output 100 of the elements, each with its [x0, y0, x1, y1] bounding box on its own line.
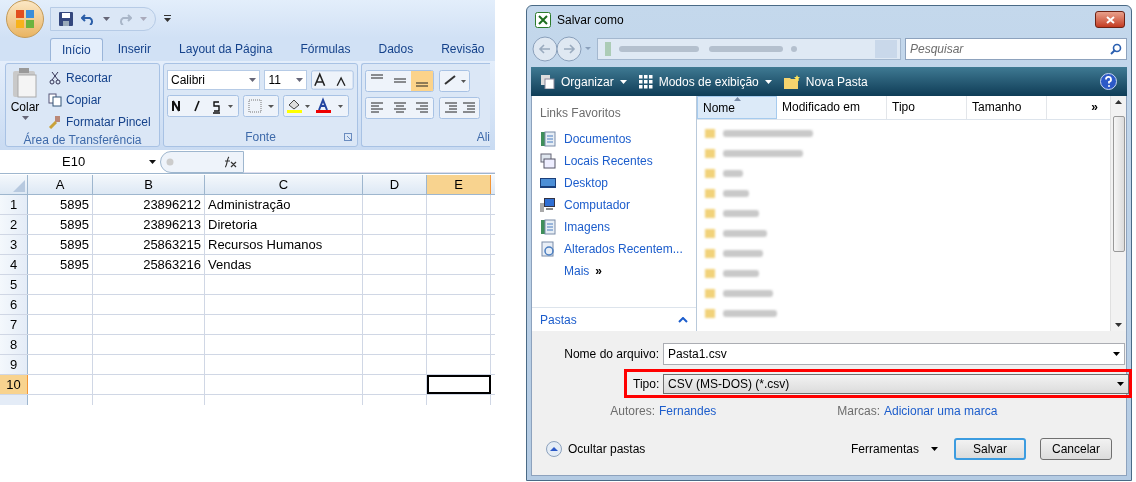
table-cell: 23896212 [93, 195, 205, 214]
field-label: Tipo: [633, 375, 661, 393]
window-title: Salvar como [557, 11, 625, 29]
row-header[interactable]: 8 [0, 335, 28, 354]
table-cell: 5895 [28, 235, 93, 254]
column-header[interactable]: E [427, 175, 491, 194]
group-title: Área de Transferência [22, 131, 143, 149]
column-header[interactable]: C [205, 175, 363, 194]
caret-icon [619, 79, 627, 84]
name-box[interactable]: E10 [0, 150, 160, 173]
table-cell: Recursos Humanos [205, 235, 363, 254]
handle-icon[interactable] [166, 157, 174, 166]
favorite-link[interactable]: Locais Recentes [540, 150, 688, 172]
favorite-link[interactable]: Desktop [540, 172, 688, 194]
group-title: Ali [476, 129, 490, 146]
horizontal-align-icon[interactable] [365, 97, 481, 119]
favorite-link[interactable]: Documentos [540, 128, 688, 150]
scrollbar[interactable] [1110, 96, 1126, 331]
save-icon[interactable] [59, 12, 73, 26]
paintbrush-icon [48, 114, 62, 129]
back-forward-icon[interactable] [531, 35, 593, 63]
clipboard-action[interactable]: Formatar Pincel [48, 112, 151, 131]
chevron-up-icon [546, 441, 562, 457]
scroll-up-icon[interactable] [1115, 100, 1122, 104]
row-header[interactable]: 5 [0, 275, 28, 294]
row-header[interactable]: 3 [0, 235, 28, 254]
favorite-link[interactable]: Imagens [540, 216, 688, 238]
font-name-field[interactable]: Calibri [167, 70, 261, 90]
toolbar-button[interactable]: Organizar [541, 72, 627, 91]
more-link[interactable]: Mais » [540, 260, 688, 282]
row-header[interactable]: 10 [0, 375, 28, 394]
caret-icon [149, 159, 156, 164]
font-size-buttons-icon[interactable] [311, 70, 354, 90]
column-header[interactable]: A [28, 175, 93, 194]
toolbar-button[interactable]: Nova Pasta [783, 72, 868, 91]
scroll-down-icon[interactable] [1115, 323, 1122, 327]
scroll-thumb[interactable] [1112, 115, 1125, 252]
dialog-button[interactable]: Cancelar [1040, 438, 1112, 460]
row-header[interactable] [0, 395, 28, 405]
row-header[interactable]: 4 [0, 255, 28, 274]
close-button[interactable] [1095, 11, 1125, 28]
desktop-icon [540, 175, 556, 191]
field-label: Autores: [609, 403, 656, 420]
column-header[interactable]: Tipo [887, 96, 967, 119]
chevron-up-icon [678, 316, 688, 323]
ribbon-tab[interactable]: Inserir [104, 38, 165, 61]
clipboard-action[interactable]: Recortar [48, 68, 151, 87]
paste-button[interactable]: Colar [10, 68, 40, 131]
font-size-field[interactable]: 11 [264, 70, 308, 90]
row-header[interactable]: 2 [0, 215, 28, 234]
fill-color-icon[interactable] [283, 95, 349, 117]
type-dropdown[interactable]: CSV (MS-DOS) (*.csv) [663, 373, 1129, 394]
clipboard-action[interactable]: Copiar [48, 90, 151, 109]
column-header[interactable]: Nome [697, 96, 777, 119]
row-header[interactable]: 9 [0, 355, 28, 374]
documents-stack-icon [541, 74, 555, 89]
undo-icon[interactable] [81, 13, 95, 25]
column-header[interactable]: Tamanho [967, 96, 1047, 119]
bold-italic-strike-icon[interactable] [167, 95, 239, 117]
dialog-button[interactable]: Salvar [954, 438, 1026, 460]
function-icon[interactable] [222, 155, 238, 168]
row-header[interactable]: 6 [0, 295, 28, 314]
caret-icon [103, 17, 110, 21]
documents-icon [540, 131, 556, 147]
favorite-link[interactable]: Alterados Recentem... [540, 238, 688, 260]
caret-icon [1117, 381, 1124, 386]
more-columns-button[interactable]: » [1091, 96, 1098, 119]
caret-icon [140, 17, 147, 21]
ribbon-tab[interactable]: Layout da Página [166, 38, 286, 61]
tools-button[interactable]: Ferramentas [850, 440, 938, 458]
tags-link[interactable]: Adicionar uma marca [884, 402, 998, 420]
caret-icon [764, 79, 772, 84]
caret-icon [296, 78, 304, 82]
ribbon-tab[interactable]: Dados [365, 38, 427, 61]
favorite-link[interactable]: Computador [540, 194, 688, 216]
filename-field[interactable]: Pasta1.csv [663, 343, 1125, 365]
ribbon-tab[interactable]: Início [50, 38, 103, 61]
help-icon[interactable] [1100, 73, 1117, 90]
column-header[interactable]: Modificado em [777, 96, 887, 119]
row-header[interactable]: 1 [0, 195, 28, 214]
dialog-launcher-icon[interactable] [344, 133, 352, 141]
field-label: Marcas: [836, 403, 881, 420]
section-title: Links Favoritos [540, 105, 622, 122]
hide-folders-button[interactable]: Ocultar pastas [546, 440, 646, 458]
row-header[interactable]: 7 [0, 315, 28, 334]
authors-link[interactable]: Fernandes [659, 402, 836, 420]
search-field[interactable]: Pesquisar [905, 38, 1127, 60]
toolbar-button[interactable]: Modos de exibição [638, 72, 772, 91]
column-header[interactable]: B [93, 175, 205, 194]
office-button[interactable] [6, 0, 44, 38]
scissors-icon [48, 70, 62, 85]
computer-icon [540, 197, 556, 213]
customize-toolbar-icon[interactable] [164, 15, 171, 23]
borders-icon[interactable] [243, 95, 279, 117]
ribbon-tab[interactable]: Fórmulas [287, 38, 364, 61]
pictures-icon [540, 219, 556, 235]
caret-icon [249, 78, 257, 82]
corner-triangle-icon [13, 180, 25, 192]
table-cell: 5895 [28, 255, 93, 274]
ribbon-tab[interactable]: Revisão [428, 38, 495, 61]
